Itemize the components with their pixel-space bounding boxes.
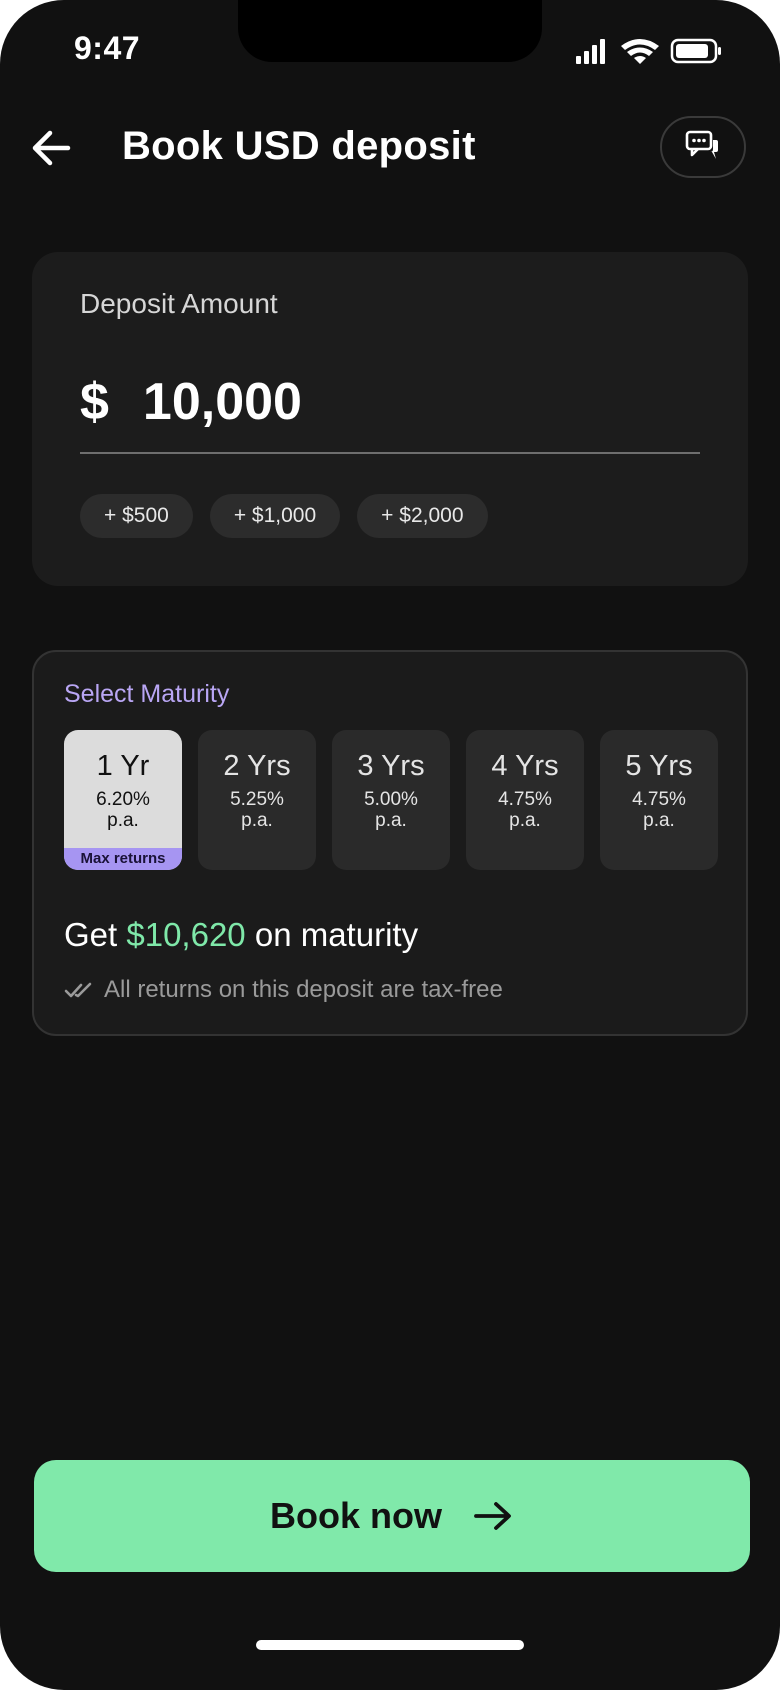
- tenure-unit: p.a.: [643, 810, 675, 831]
- wifi-icon: [621, 39, 659, 64]
- chat-bubbles-icon: [685, 130, 718, 159]
- tenure-unit: p.a.: [509, 810, 541, 831]
- maturity-amount: $10,620: [126, 916, 246, 953]
- status-time: 9:47: [74, 30, 141, 66]
- maturity-option-3-yrs[interactable]: 3 Yrs 5.00% p.a.: [332, 730, 450, 870]
- maturity-option-2-yrs[interactable]: 2 Yrs 5.25% p.a.: [198, 730, 316, 870]
- tenure-rate: 4.75%: [632, 789, 686, 810]
- tenure-label: 4 Yrs: [491, 750, 559, 782]
- home-indicator[interactable]: [256, 1640, 524, 1650]
- tenure-unit: p.a.: [241, 810, 273, 831]
- amount-underline: [80, 452, 700, 454]
- tax-note-text: All returns on this deposit are tax-free: [104, 976, 503, 1003]
- deposit-amount-value[interactable]: 10,000: [143, 372, 302, 432]
- add-2000-chip[interactable]: + $2,000: [357, 494, 488, 538]
- tax-free-note: All returns on this deposit are tax-free: [64, 976, 503, 1004]
- tenure-label: 5 Yrs: [625, 750, 693, 782]
- cellular-signal-icon: [576, 39, 605, 64]
- tenure-rate: 5.25%: [230, 789, 284, 810]
- maturity-option-5-yrs[interactable]: 5 Yrs 4.75% p.a.: [600, 730, 718, 870]
- select-maturity-label: Select Maturity: [64, 680, 230, 708]
- maturity-options: 1 Yr 6.20% p.a. Max returns 2 Yrs 5.25% …: [64, 730, 718, 870]
- maturity-option-4-yrs[interactable]: 4 Yrs 4.75% p.a.: [466, 730, 584, 870]
- deposit-amount-card: Deposit Amount $ 10,000 + $500 + $1,000 …: [32, 252, 748, 586]
- deposit-amount-field[interactable]: $ 10,000: [80, 362, 700, 442]
- tenure-label: 3 Yrs: [357, 750, 425, 782]
- tenure-label: 1 Yr: [96, 750, 150, 782]
- tenure-rate: 5.00%: [364, 789, 418, 810]
- max-returns-badge: Max returns: [64, 848, 182, 870]
- tenure-unit: p.a.: [107, 810, 139, 831]
- add-500-chip[interactable]: + $500: [80, 494, 193, 538]
- device-notch: [238, 0, 542, 62]
- tenure-rate: 6.20%: [96, 789, 150, 810]
- add-1000-chip[interactable]: + $1,000: [209, 494, 341, 538]
- tenure-rate: 4.75%: [498, 789, 552, 810]
- quick-add-chips: + $500 + $1,000 + $2,000: [80, 494, 488, 538]
- back-button[interactable]: [28, 124, 76, 172]
- phone-screen: 9:47 Book USD deposit Deposit Amount $ 1…: [0, 0, 780, 1690]
- chat-support-button[interactable]: [660, 116, 746, 178]
- maturity-summary: Get $10,620 on maturity: [64, 916, 418, 954]
- summary-suffix: on maturity: [254, 916, 419, 953]
- maturity-option-1-yr[interactable]: 1 Yr 6.20% p.a. Max returns: [64, 730, 182, 870]
- tenure-unit: p.a.: [375, 810, 407, 831]
- book-now-label: Book now: [270, 1495, 442, 1536]
- book-now-button[interactable]: Book now: [34, 1460, 750, 1572]
- arrow-right-icon: [474, 1502, 511, 1530]
- summary-prefix: Get: [64, 916, 118, 953]
- double-check-icon: [64, 982, 92, 998]
- maturity-card: Select Maturity 1 Yr 6.20% p.a. Max retu…: [32, 650, 748, 1036]
- status-icons: [576, 38, 721, 64]
- battery-icon: [670, 38, 721, 64]
- arrow-left-icon: [32, 130, 71, 166]
- deposit-amount-label: Deposit Amount: [80, 288, 278, 319]
- page-title: Book USD deposit: [122, 124, 476, 168]
- tenure-label: 2 Yrs: [223, 750, 291, 782]
- currency-symbol: $: [80, 373, 109, 431]
